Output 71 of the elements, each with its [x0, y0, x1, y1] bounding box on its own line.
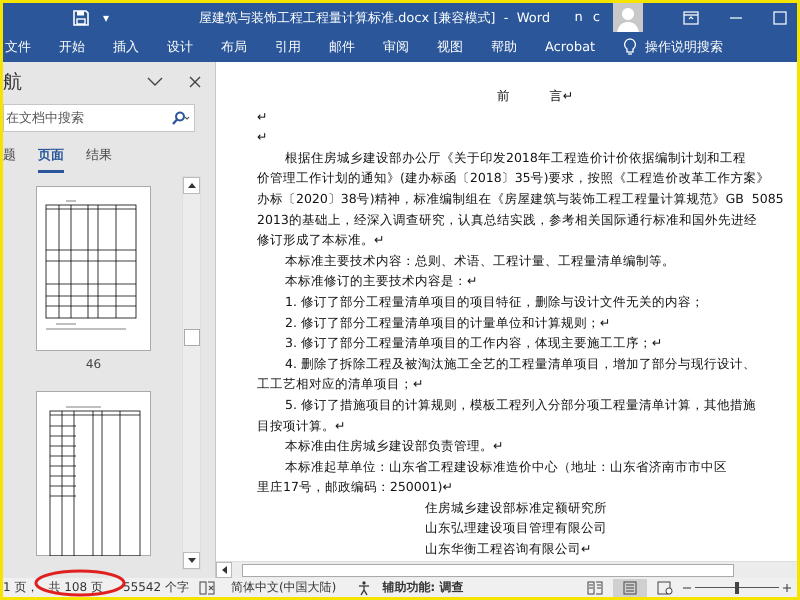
scroll-up-icon[interactable]: [183, 177, 200, 194]
search-box[interactable]: 在文档中搜索: [3, 104, 195, 132]
scroll-left-icon[interactable]: [216, 562, 232, 578]
page-thumbnail[interactable]: [36, 186, 151, 351]
scroll-thumb[interactable]: [242, 564, 734, 576]
document-line: 山东华衡工程咨询有限公司↵: [425, 540, 592, 558]
proofing-icon[interactable]: [199, 580, 215, 594]
document-line: 2. 修订了部分工程量清单项目的计量单位和计算规则；↵: [284, 314, 610, 332]
save-icon[interactable]: [73, 10, 89, 26]
ribbon-tab[interactable]: 视图: [423, 38, 477, 56]
nav-tab[interactable]: 题: [3, 146, 16, 173]
document-line: 办标〔2020〕38号)精神，标准编制组在《房屋建筑与装饰工程工程量计算规范》GB 5085: [257, 190, 784, 208]
document-line: ↵: [257, 108, 268, 126]
maximize-icon[interactable]: [773, 10, 787, 24]
word-count[interactable]: 55542 个字: [123, 579, 189, 596]
customize-caret[interactable]: ▾: [103, 10, 110, 24]
lightbulb-icon[interactable]: [623, 38, 638, 56]
ribbon-tab[interactable]: 审阅: [369, 38, 423, 56]
vertical-scrollbar[interactable]: [182, 176, 201, 570]
ribbon-tab[interactable]: Acrobat: [531, 40, 610, 54]
document-line: 前 言↵: [497, 87, 574, 105]
document-line: 2013的基础上，经深入调查研究，认真总结实践，参考相关国际通行标准和国外先进经: [257, 210, 757, 229]
document-line: 价管理工作计划的通知》(建办标函〔2018〕35号)要求，按照《工程造价改革工作方案》: [257, 169, 770, 188]
language-indicator[interactable]: 简体中文(中国大陆): [231, 579, 336, 596]
document-line: 1. 修订了部分工程量清单项目的项目特征，删除与设计文件无关的内容；: [284, 292, 704, 311]
document-line: 本标准主要技术内容：总则、术语、工程计量、工程量清单编制等。: [284, 252, 675, 270]
document-line: 根据住房城乡建设部办公厅《关于印发2018年工程造价计价依据编制计划和工程: [284, 148, 746, 167]
accessibility-status[interactable]: 辅助功能: 调查: [382, 579, 464, 596]
ribbon-display-icon[interactable]: [683, 10, 699, 24]
document-line: 本标准由住房城乡建设部负责管理。↵: [284, 437, 504, 456]
ribbon-tab[interactable]: 开始: [45, 38, 99, 56]
ribbon-tab[interactable]: 设计: [153, 38, 207, 56]
print-layout-icon[interactable]: [613, 578, 647, 596]
document-line: 修订形成了本标准。↵: [257, 231, 384, 250]
document-line: 4. 删除了拆除工程及被淘汰施工全艺的工程量清单项目，增加了部分与现行设计、: [284, 354, 756, 373]
scroll-down-icon[interactable]: [183, 552, 200, 569]
ribbon-tab[interactable]: 插入: [99, 38, 153, 56]
search-icon[interactable]: [172, 111, 190, 125]
zoom-in-icon[interactable]: [783, 584, 791, 592]
document-line: 本标准起草单位：山东省工程建设标准造价中心（地址：山东省济南市市中区: [284, 458, 727, 476]
pane-title: 航: [3, 70, 22, 95]
ribbon-tab[interactable]: 布局: [207, 38, 261, 56]
ribbon-tab[interactable]: 帮助: [477, 38, 531, 56]
nav-tab[interactable]: 页面: [38, 146, 64, 173]
web-layout-icon[interactable]: [657, 580, 673, 594]
document-line: 目按项计算。↵: [257, 416, 346, 434]
zoom-thumb[interactable]: [735, 582, 739, 594]
close-icon[interactable]: [189, 76, 201, 88]
page-number: 46: [86, 357, 102, 373]
document-line: 住房城乡建设部标准定额研究所: [425, 498, 607, 517]
read-mode-icon[interactable]: [587, 580, 603, 594]
page-thumbnail[interactable]: [36, 391, 151, 556]
nav-tab[interactable]: 结果: [86, 146, 112, 173]
user-name[interactable]: n c: [574, 10, 603, 25]
page-indicator[interactable]: 1 页，: [3, 579, 38, 596]
document-line: ↵: [257, 128, 268, 146]
search-field[interactable]: 在文档中搜索: [4, 110, 172, 126]
ribbon-tab[interactable]: 引用: [261, 38, 315, 56]
chevron-down-icon[interactable]: [147, 77, 163, 87]
document-line: 5. 修订了措施项目的计算规则，模板工程列入分部分项工程量清单计算，其他措施: [284, 396, 756, 414]
document-line: 里庄17号，邮政编码：250001)↵: [257, 478, 453, 496]
window-title: 屋建筑与装饰工程工程量计算标准.docx [兼容模式] - Word: [199, 10, 550, 26]
document-line: 本标准修订的主要技术内容是：↵: [284, 272, 478, 290]
document-line: 3. 修订了部分工程量清单项目的工作内容，体现主要施工工序；↵: [284, 334, 662, 352]
document-line: 山东弘理建设项目管理有限公司: [425, 519, 607, 538]
tell-me-search[interactable]: 操作说明搜索: [645, 38, 724, 56]
scroll-thumb[interactable]: [184, 329, 200, 346]
horizontal-scrollbar[interactable]: [216, 561, 797, 578]
document-line: 工工艺相对应的清单项目；↵: [257, 375, 424, 394]
ribbon-tab[interactable]: 文件: [3, 38, 45, 56]
ribbon-tab[interactable]: 邮件: [315, 38, 369, 56]
